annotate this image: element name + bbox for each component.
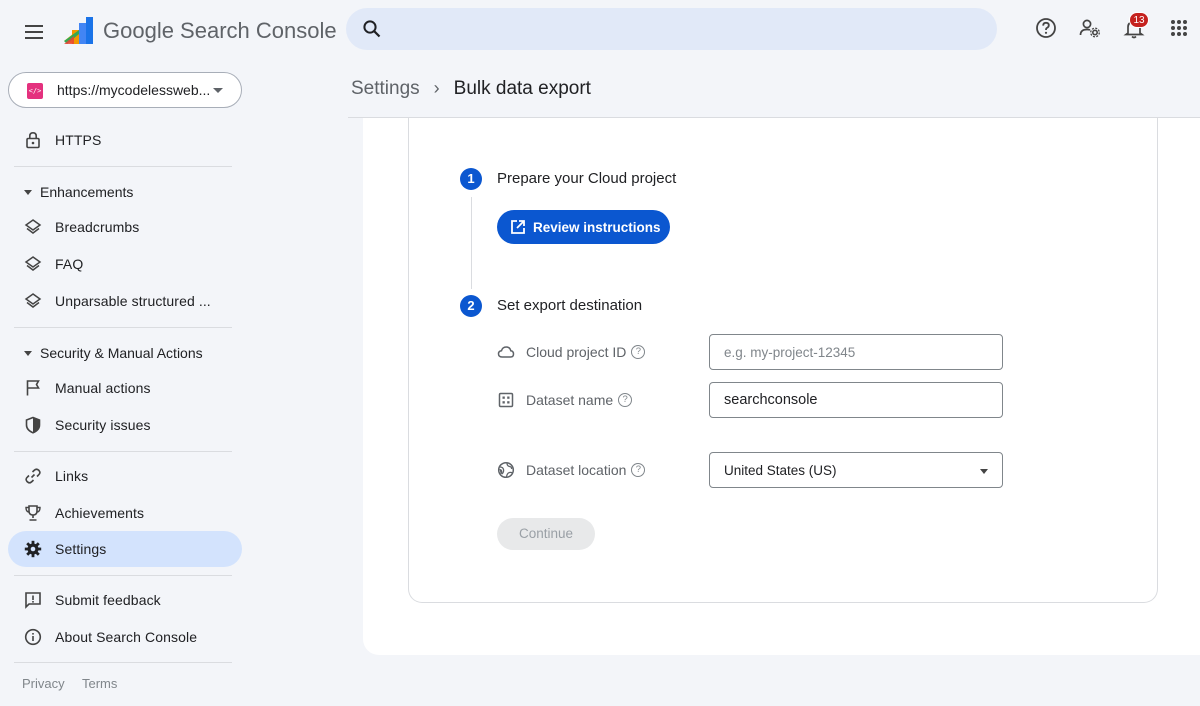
expand-triangle-icon xyxy=(24,189,32,195)
sidebar-item-security-issues[interactable]: Security issues xyxy=(8,407,242,443)
open-in-new-icon xyxy=(511,220,525,234)
step-2-number: 2 xyxy=(460,295,482,317)
divider xyxy=(14,451,232,452)
sidebar-item-label: About Search Console xyxy=(55,629,198,645)
section-title: Security & Manual Actions xyxy=(40,345,203,361)
page-title: Bulk data export xyxy=(453,78,591,99)
user-settings-icon xyxy=(1079,19,1100,38)
feedback-icon xyxy=(25,592,41,609)
shield-icon xyxy=(25,416,41,434)
section-enhancements[interactable]: Enhancements xyxy=(24,184,133,200)
step-1-title: Prepare your Cloud project xyxy=(497,170,677,187)
sidebar-item-https[interactable]: HTTPS xyxy=(8,122,242,158)
continue-button[interactable]: Continue xyxy=(497,518,595,550)
sidebar-item-label: Manual actions xyxy=(55,380,151,396)
help-circle-icon xyxy=(1036,18,1056,38)
cloud-project-id-input[interactable] xyxy=(709,334,1003,370)
divider xyxy=(14,166,232,167)
dataset-name-input[interactable] xyxy=(709,382,1003,418)
dataset-location-select[interactable]: United States (US) xyxy=(709,452,1003,488)
trophy-icon xyxy=(25,505,41,521)
chevron-right-icon: › xyxy=(433,78,440,98)
sidebar-item-breadcrumbs[interactable]: Breadcrumbs xyxy=(8,209,242,245)
label-text: Cloud project ID xyxy=(526,344,627,360)
link-icon xyxy=(25,468,41,484)
label-text: Dataset name xyxy=(526,392,614,408)
sidebar-item-label: Submit feedback xyxy=(55,592,161,608)
help-icon[interactable]: ? xyxy=(618,393,633,408)
sidebar-item-label: Links xyxy=(55,468,89,484)
cloud-project-id-label: Cloud project ID? xyxy=(526,344,646,360)
sidebar-item-achievements[interactable]: Achievements xyxy=(8,495,242,531)
hamburger-menu-icon xyxy=(25,25,43,39)
flag-icon xyxy=(26,380,40,396)
sidebar-item-settings[interactable]: Settings xyxy=(8,531,242,567)
dataset-location-label: Dataset location? xyxy=(526,462,646,478)
product-name: Google Search Console xyxy=(103,18,337,43)
sidebar-item-label: FAQ xyxy=(55,256,84,272)
top-app-bar: Google Search Console 13 xyxy=(0,0,1200,64)
layers-icon xyxy=(24,256,42,271)
stepper-connector xyxy=(471,197,472,289)
divider xyxy=(14,327,232,328)
terms-link[interactable]: Terms xyxy=(82,676,117,691)
lock-icon xyxy=(26,131,40,149)
divider xyxy=(14,575,232,576)
review-instructions-label: Review instructions xyxy=(533,219,661,235)
section-security[interactable]: Security & Manual Actions xyxy=(24,345,203,361)
sidebar-item-unparsable[interactable]: Unparsable structured ... xyxy=(8,283,242,319)
step-1-number: 1 xyxy=(460,168,482,190)
label-text: Dataset location xyxy=(526,462,627,478)
notification-badge: 13 xyxy=(1129,12,1149,28)
sidebar-item-label: Unparsable structured ... xyxy=(55,293,211,309)
sidebar-item-label: Achievements xyxy=(55,505,145,521)
sidebar-item-label: Settings xyxy=(55,541,107,557)
info-icon xyxy=(24,628,42,646)
property-favicon: </> xyxy=(27,83,43,99)
main-menu-button[interactable] xyxy=(16,14,52,50)
search-icon xyxy=(363,20,381,38)
layers-icon xyxy=(24,293,42,308)
sidebar-item-label: Security issues xyxy=(55,417,151,433)
help-icon[interactable]: ? xyxy=(631,345,646,360)
sidebar-item-about[interactable]: About Search Console xyxy=(8,619,242,655)
layers-icon xyxy=(24,219,42,234)
manage-users-button[interactable] xyxy=(1078,16,1102,40)
cloud-icon xyxy=(497,346,515,358)
help-button[interactable] xyxy=(1034,16,1058,40)
sidebar-item-submit-feedback[interactable]: Submit feedback xyxy=(8,582,242,618)
sidebar-item-label: Breadcrumbs xyxy=(55,219,140,235)
google-apps-button[interactable] xyxy=(1167,16,1191,40)
dataset-grid-icon xyxy=(498,392,514,408)
selected-location: United States (US) xyxy=(724,463,837,478)
sidebar-item-links[interactable]: Links xyxy=(8,458,242,494)
search-bar[interactable] xyxy=(346,8,997,50)
chevron-down-icon xyxy=(213,88,223,93)
sidebar-item-faq[interactable]: FAQ xyxy=(8,246,242,282)
section-title: Enhancements xyxy=(40,184,134,200)
review-instructions-button[interactable]: Review instructions xyxy=(497,210,670,244)
privacy-link[interactable]: Privacy xyxy=(22,676,65,691)
dataset-name-label: Dataset name? xyxy=(526,392,633,408)
gear-icon xyxy=(24,540,42,558)
help-icon[interactable]: ? xyxy=(631,463,646,478)
dropdown-arrow-icon xyxy=(980,469,988,474)
search-console-logo[interactable] xyxy=(62,14,96,48)
breadcrumb-settings-link[interactable]: Settings xyxy=(351,78,420,99)
expand-triangle-icon xyxy=(24,350,32,356)
property-url: https://mycodelessweb... xyxy=(57,82,211,98)
property-selector[interactable]: </> https://mycodelessweb... xyxy=(8,72,242,108)
breadcrumb: Settings › Bulk data export xyxy=(351,78,591,100)
sidebar-item-manual-actions[interactable]: Manual actions xyxy=(8,370,242,406)
step-2-title: Set export destination xyxy=(497,297,643,314)
divider xyxy=(14,662,232,663)
sidebar: </> https://mycodelessweb... HTTPS Enhan… xyxy=(0,64,250,706)
globe-icon xyxy=(497,461,515,479)
apps-grid-icon xyxy=(1171,20,1187,36)
sidebar-item-label: HTTPS xyxy=(55,132,102,148)
